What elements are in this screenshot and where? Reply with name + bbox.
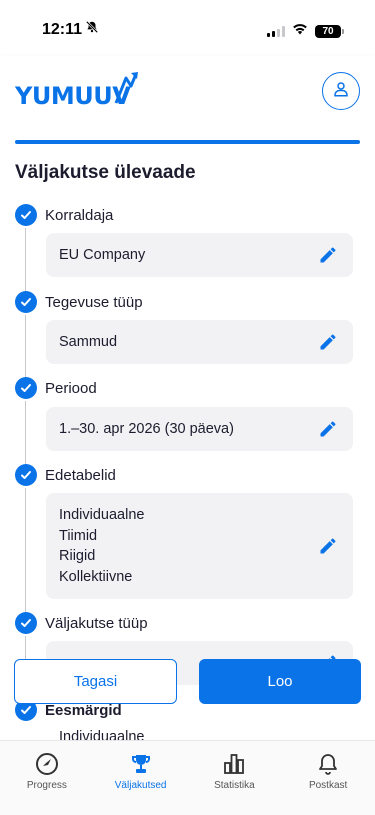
cellular-signal-icon [267, 25, 285, 37]
tab-statistics[interactable]: Statistika [188, 741, 282, 815]
step-connector [25, 228, 26, 292]
card-value: Individuaalne [59, 729, 145, 740]
yumuuv-logo: YUMUUV [15, 72, 140, 106]
step-leaderboards: Edetabelid Individuaalne Tiimid Riigid K… [15, 464, 360, 624]
check-icon [15, 464, 37, 486]
app-header: YUMUUV [0, 56, 375, 126]
step-label: Tegevuse tüüp [45, 293, 143, 311]
tab-label: Väljakutsed [114, 780, 167, 791]
step-connector [25, 488, 26, 624]
step-connector [25, 401, 26, 465]
leaderboard-item: Tiimid [59, 527, 98, 544]
step-connector [25, 315, 26, 379]
bar-chart-icon [222, 751, 246, 777]
bell-icon [316, 751, 340, 777]
tab-progress[interactable]: Progress [0, 741, 94, 815]
check-icon [15, 612, 37, 634]
leaderboard-item: Riigid [59, 548, 96, 564]
profile-button[interactable] [322, 72, 360, 110]
user-icon [332, 80, 350, 103]
tab-label: Postkast [308, 780, 348, 791]
clock-text: 12:11 [42, 20, 83, 38]
step-period: Periood 1.–30. apr 2026 (30 päeva) [15, 377, 360, 465]
edit-pencil-icon[interactable] [316, 534, 340, 558]
progress-gauge-icon [35, 751, 59, 777]
card-value: Sammud [59, 333, 118, 350]
step-challenge-type: Väljakutse tüüp [15, 612, 360, 700]
tab-label: Progress [26, 780, 67, 791]
step-card: 1.–30. apr 2026 (30 päeva) [46, 407, 353, 451]
tab-label: Statistika [214, 780, 255, 791]
step-label: Eesmärgid [45, 701, 122, 719]
trophy-icon [129, 751, 153, 777]
edit-pencil-icon[interactable] [316, 330, 340, 354]
step-organizer: Korraldaja EU Company [15, 204, 360, 292]
wizard-progress-bar [15, 140, 360, 144]
step-label: Väljakutse tüüp [45, 614, 148, 632]
bottom-tab-bar: Progress Väljakutsed Statistika Postkast [0, 740, 375, 815]
step-card: Individuaalne Tiimid Riigid Kollektiivne [46, 493, 353, 599]
leaderboard-item: Kollektiivne [59, 568, 133, 585]
back-button[interactable]: Tagasi [14, 659, 177, 704]
tab-inbox[interactable]: Postkast [281, 741, 375, 815]
edit-pencil-icon[interactable] [316, 243, 340, 267]
tab-challenges[interactable]: Väljakutsed [94, 741, 188, 815]
wifi-icon [292, 22, 308, 40]
step-label: Periood [45, 379, 97, 397]
step-card: EU Company [46, 233, 353, 277]
bell-muted-icon [85, 20, 99, 39]
step-card: Sammud [46, 320, 353, 364]
step-label: Edetabelid [45, 466, 116, 484]
card-value: EU Company [59, 246, 146, 263]
step-label: Korraldaja [45, 206, 114, 224]
challenge-overview: Väljakutse ülevaade Korraldaja EU Compan… [0, 126, 375, 740]
check-icon [15, 204, 37, 226]
card-value: 1.–30. apr 2026 (30 päeva) [59, 420, 234, 437]
step-activity-type: Tegevuse tüüp Sammud [15, 291, 360, 379]
check-icon [15, 377, 37, 399]
create-button[interactable]: Loo [199, 659, 361, 704]
check-icon [15, 291, 37, 313]
edit-pencil-icon[interactable] [316, 417, 340, 441]
section-title: Väljakutse ülevaade [15, 162, 196, 183]
status-time: 12:11 [42, 20, 99, 39]
battery-level: 70 [322, 25, 334, 37]
step-card: Individuaalne [46, 725, 353, 740]
leaderboard-list: Individuaalne Tiimid Riigid Kollektiivne [59, 505, 144, 587]
battery-icon: 70 [315, 24, 344, 38]
logo-text: YUMUUV [15, 82, 131, 106]
leaderboard-item: Individuaalne [59, 507, 145, 523]
status-bar: 12:11 70 [0, 0, 375, 56]
